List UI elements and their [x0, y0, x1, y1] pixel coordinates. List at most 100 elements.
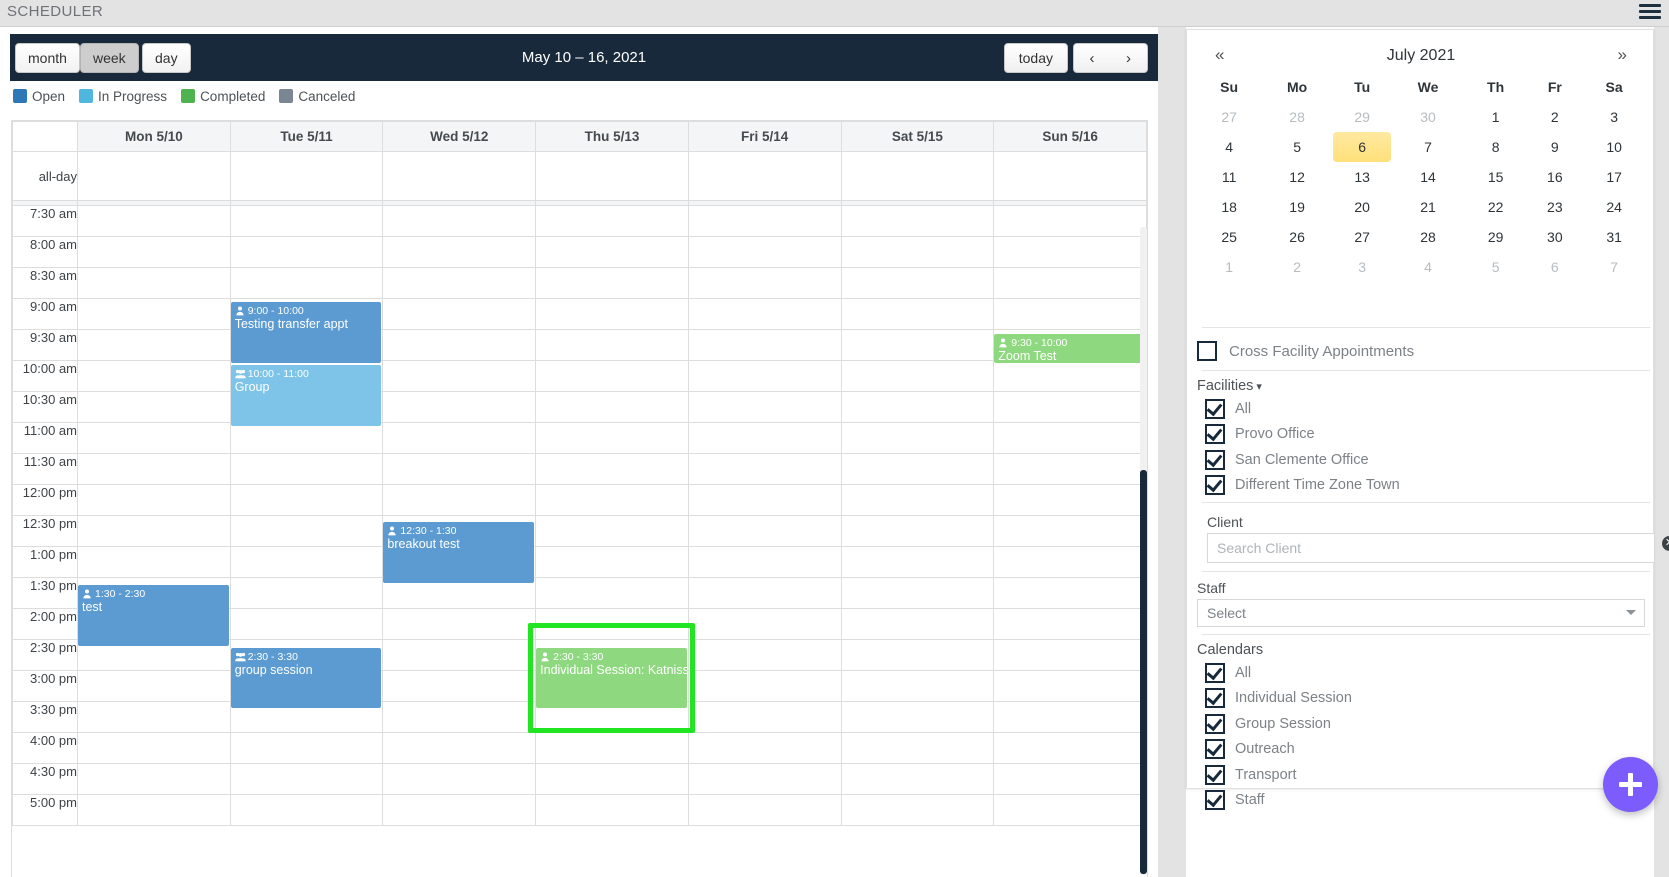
time-slot-cell[interactable] [77, 763, 231, 795]
time-slot-cell[interactable] [840, 267, 995, 299]
calendar-row[interactable]: Group Session [1197, 711, 1645, 737]
time-slot-cell[interactable] [687, 360, 842, 392]
time-slot-cell[interactable] [229, 267, 384, 299]
time-slot-cell[interactable] [993, 639, 1147, 671]
time-slot-cell[interactable] [840, 205, 995, 237]
today-button[interactable]: today [1003, 43, 1068, 73]
time-slot-cell[interactable] [382, 732, 537, 764]
time-slot-cell[interactable] [840, 670, 995, 702]
mini-calendar-day[interactable]: 29 [1465, 222, 1527, 252]
time-slot-cell[interactable] [229, 453, 384, 485]
add-appointment-fab[interactable] [1603, 757, 1658, 812]
time-slot-cell[interactable] [77, 701, 231, 733]
mini-calendar-day[interactable]: 12 [1261, 162, 1333, 192]
mini-calendar-day[interactable]: 15 [1465, 162, 1527, 192]
time-slot-cell[interactable] [993, 484, 1147, 516]
mini-calendar-day[interactable]: 1 [1465, 102, 1527, 132]
time-slot-cell[interactable] [840, 236, 995, 268]
time-slot-cell[interactable] [535, 205, 689, 237]
time-slot-cell[interactable] [229, 608, 384, 640]
time-slot-cell[interactable] [993, 515, 1147, 547]
time-slot-cell[interactable] [993, 205, 1147, 237]
time-slot-cell[interactable] [687, 515, 842, 547]
facility-checkbox[interactable] [1205, 398, 1225, 419]
mini-calendar-day[interactable]: 16 [1526, 162, 1583, 192]
day-header-3[interactable]: Thu 5/13 [535, 121, 689, 152]
facility-row[interactable]: Provo Office [1197, 422, 1645, 448]
prev-week-icon[interactable]: ‹ [1073, 43, 1111, 73]
facility-checkbox[interactable] [1205, 449, 1225, 470]
time-slot-cell[interactable] [535, 267, 689, 299]
time-slot-cell[interactable] [535, 391, 689, 423]
time-slot-cell[interactable] [229, 794, 384, 826]
mini-calendar-day[interactable]: 8 [1465, 132, 1527, 162]
time-slot-cell[interactable] [535, 577, 689, 609]
mini-calendar-day[interactable]: 7 [1391, 132, 1464, 162]
calendar-event[interactable]: 2:30 - 3:30 Individual Session: Katniss [536, 647, 687, 709]
time-slot-cell[interactable] [840, 639, 995, 671]
mini-calendar-day[interactable]: 23 [1526, 192, 1583, 222]
day-header-1[interactable]: Tue 5/11 [229, 121, 384, 152]
time-slot-cell[interactable] [535, 546, 689, 578]
next-week-icon[interactable]: › [1110, 43, 1148, 73]
time-slot-cell[interactable] [993, 608, 1147, 640]
time-slot-cell[interactable] [382, 236, 537, 268]
calendar-event[interactable]: 2:30 - 3:30 group session [230, 647, 382, 709]
calendar-event[interactable]: 10:00 - 11:00 Group [230, 365, 382, 426]
time-slot-cell[interactable] [840, 794, 995, 826]
time-slot-cell[interactable] [535, 453, 689, 485]
time-slot-cell[interactable] [77, 670, 231, 702]
mini-calendar-day[interactable]: 21 [1391, 192, 1464, 222]
time-slot-cell[interactable] [229, 236, 384, 268]
time-slot-cell[interactable] [687, 732, 842, 764]
time-slot-cell[interactable] [687, 546, 842, 578]
mini-calendar-day[interactable]: 14 [1391, 162, 1464, 192]
mini-calendar-day[interactable]: 31 [1583, 222, 1645, 252]
cross-facility-checkbox[interactable] [1197, 341, 1217, 361]
time-slot-cell[interactable] [229, 577, 384, 609]
time-slot-cell[interactable] [382, 484, 537, 516]
all-day-cell[interactable] [840, 151, 995, 201]
calendar-checkbox[interactable] [1205, 662, 1225, 683]
time-slot-cell[interactable] [840, 546, 995, 578]
time-slot-cell[interactable] [840, 391, 995, 423]
calendar-checkbox[interactable] [1205, 713, 1225, 734]
all-day-cell[interactable] [687, 151, 842, 201]
time-slot-cell[interactable] [687, 484, 842, 516]
time-slot-cell[interactable] [77, 205, 231, 237]
time-slot-cell[interactable] [382, 329, 537, 361]
view-button-month[interactable]: month [15, 43, 80, 73]
calendar-checkbox[interactable] [1205, 688, 1225, 709]
time-slot-cell[interactable] [993, 794, 1147, 826]
mini-calendar-day[interactable]: 13 [1333, 162, 1391, 192]
time-slot-cell[interactable] [535, 732, 689, 764]
all-day-cell[interactable] [535, 151, 689, 201]
time-slot-cell[interactable] [993, 360, 1147, 392]
calendar-scrollbar-thumb[interactable] [1140, 470, 1147, 874]
time-slot-cell[interactable] [993, 267, 1147, 299]
all-day-cell[interactable] [77, 151, 231, 201]
mini-calendar-day[interactable]: 19 [1261, 192, 1333, 222]
mini-calendar-day[interactable]: 24 [1583, 192, 1645, 222]
time-slot-cell[interactable] [77, 422, 231, 454]
day-header-6[interactable]: Sun 5/16 [993, 121, 1147, 152]
view-button-day[interactable]: day [142, 43, 191, 73]
day-header-2[interactable]: Wed 5/12 [382, 121, 537, 152]
time-slot-cell[interactable] [382, 701, 537, 733]
time-slot-cell[interactable] [229, 763, 384, 795]
time-slot-cell[interactable] [993, 391, 1147, 423]
mini-calendar-day[interactable]: 6 [1526, 252, 1583, 282]
time-slot-cell[interactable] [229, 205, 384, 237]
calendar-event[interactable]: 1:30 - 2:30 test [78, 584, 229, 646]
time-slot-cell[interactable] [77, 794, 231, 826]
time-slot-cell[interactable] [840, 608, 995, 640]
search-client-input[interactable] [1207, 533, 1655, 563]
time-slot-cell[interactable] [840, 732, 995, 764]
mini-calendar-day[interactable]: 9 [1526, 132, 1583, 162]
all-day-cell[interactable] [229, 151, 384, 201]
mini-calendar-day[interactable]: 3 [1583, 102, 1645, 132]
time-slot-cell[interactable] [535, 298, 689, 330]
mini-calendar-day[interactable]: 2 [1261, 252, 1333, 282]
calendar-row[interactable]: Staff [1197, 788, 1645, 814]
time-slot-cell[interactable] [687, 577, 842, 609]
